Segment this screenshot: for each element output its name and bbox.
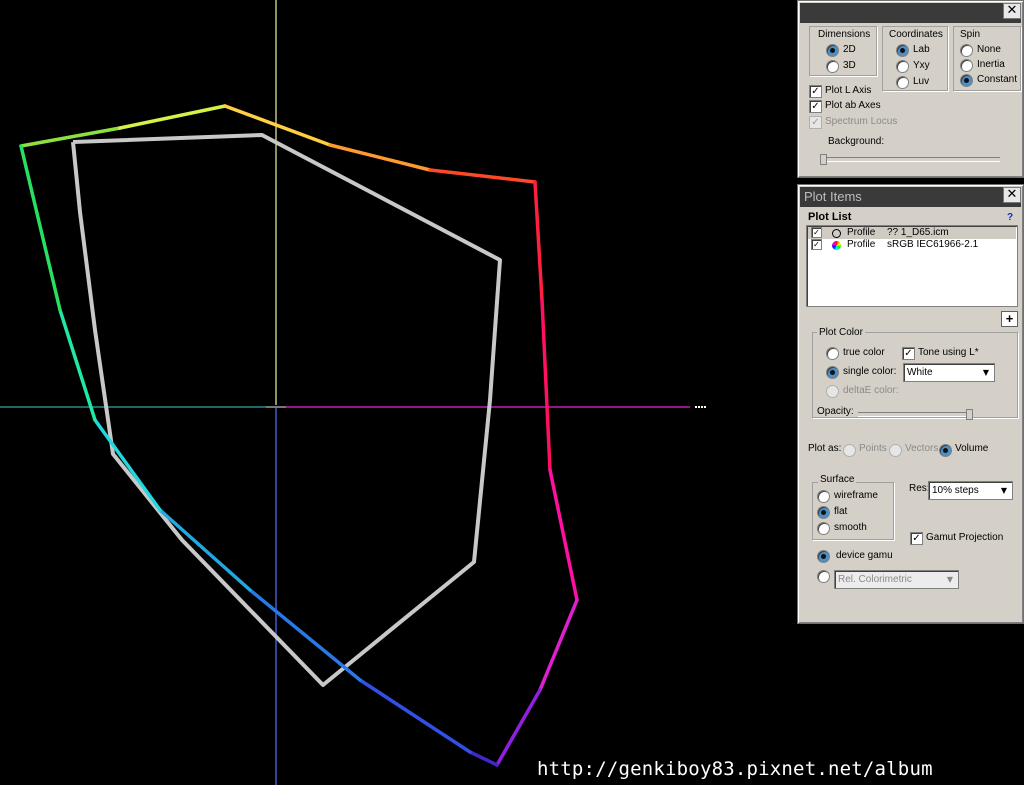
opacity-slider-thumb[interactable] <box>966 409 973 420</box>
coordinates-yxy-radio[interactable] <box>896 60 909 73</box>
plot-l-axis-label: Plot L Axis <box>825 85 872 96</box>
surface-flat-radio[interactable] <box>817 506 830 519</box>
plot-ab-axes-checkbox[interactable]: ✓ <box>809 100 822 113</box>
true-color-label: true color <box>843 347 885 358</box>
plot-as-volume-radio[interactable] <box>939 444 952 457</box>
plot-item-checkbox[interactable]: ✓ <box>811 239 822 250</box>
dimensions-title: Dimensions <box>818 29 871 40</box>
plot-item-type: Profile <box>847 227 876 238</box>
rendering-intent-radio[interactable] <box>817 570 830 583</box>
plot-as-points-radio[interactable] <box>843 444 856 457</box>
coordinates-luv-radio[interactable] <box>896 76 909 89</box>
single-color-select[interactable]: White ▼ <box>903 363 995 382</box>
coordinates-title: Coordinates <box>889 29 943 40</box>
surface-smooth-radio[interactable] <box>817 522 830 535</box>
chevron-down-icon: ▼ <box>997 483 1011 498</box>
true-color-radio[interactable] <box>826 347 839 360</box>
dimensions-2d-radio[interactable] <box>826 44 839 57</box>
plot-color-title: Plot Color <box>817 327 865 338</box>
dimensions-3d-label: 3D <box>843 60 856 71</box>
plot-as-vectors-radio[interactable] <box>889 444 902 457</box>
single-color-radio[interactable] <box>826 366 839 379</box>
plot-items-panel: Plot Items ✕ Plot List ? ✓ Profile ?? 1_… <box>797 184 1024 624</box>
color-wheel-icon <box>832 241 841 250</box>
gamut-plot[interactable] <box>0 0 800 785</box>
surface-smooth-label: smooth <box>834 522 867 533</box>
plot-list-title: Plot List <box>808 211 852 223</box>
list-item[interactable]: ✓ Profile sRGB IEC61966-2.1 <box>808 239 1016 251</box>
spin-inertia-radio[interactable] <box>960 59 973 72</box>
rendering-intent-select[interactable]: Rel. Colorimetric ▼ <box>834 570 959 589</box>
res-value: 10% steps <box>932 485 979 496</box>
plot-item-name: sRGB IEC61966-2.1 <box>887 239 979 250</box>
device-gamut-radio[interactable] <box>817 550 830 563</box>
spectrum-locus-label: Spectrum Locus <box>825 116 898 127</box>
chevron-down-icon: ▼ <box>943 572 957 587</box>
coordinates-lab-radio[interactable] <box>896 44 909 57</box>
dimensions-2d-label: 2D <box>843 44 856 55</box>
tone-using-l-checkbox[interactable]: ✓ <box>902 347 915 360</box>
chevron-down-icon: ▼ <box>979 365 993 380</box>
plot-list[interactable]: ✓ Profile ?? 1_D65.icm ✓ Profile sRGB IE… <box>806 225 1018 307</box>
coordinates-yxy-label: Yxy <box>913 60 930 71</box>
plot-ab-axes-label: Plot ab Axes <box>825 100 881 111</box>
inner-gamut-outline <box>71 133 502 687</box>
spin-none-label: None <box>977 44 1001 55</box>
spin-constant-label: Constant <box>977 74 1018 85</box>
spectrum-locus-checkbox[interactable]: ✓ <box>809 116 822 129</box>
outer-gamut-outline <box>19 104 579 767</box>
spin-inertia-label: Inertia <box>977 59 1005 70</box>
display-settings-panel: ✕ Dimensions 2D 3D Coordinates Lab Yxy L… <box>797 0 1024 178</box>
plot-item-checkbox[interactable]: ✓ <box>811 227 822 238</box>
opacity-slider[interactable] <box>858 412 970 417</box>
dimensions-3d-radio[interactable] <box>826 60 839 73</box>
close-icon[interactable]: ✕ <box>1003 187 1021 203</box>
res-label: Res: <box>909 483 930 494</box>
opacity-label: Opacity: <box>817 406 854 417</box>
watermark: http://genkiboy83.pixnet.net/album <box>537 758 933 780</box>
plot-items-titlebar: Plot Items <box>800 187 1021 207</box>
list-item[interactable]: ✓ Profile ?? 1_D65.icm <box>808 227 1016 239</box>
plot-as-vectors-label: Vectors <box>905 443 939 454</box>
background-slider-thumb[interactable] <box>820 154 827 165</box>
spin-constant-radio[interactable] <box>960 74 973 87</box>
plot-l-axis-checkbox[interactable]: ✓ <box>809 85 822 98</box>
spin-none-radio[interactable] <box>960 44 973 57</box>
plot-item-type: Profile <box>847 239 876 250</box>
circle-outline-icon <box>832 229 841 238</box>
plot-items-title: Plot Items <box>804 189 862 204</box>
single-color-value: White <box>907 367 933 378</box>
surface-wireframe-label: wireframe <box>834 490 878 501</box>
plot-item-name: ?? 1_D65.icm <box>887 227 949 238</box>
single-color-label: single color: <box>843 366 897 377</box>
delta-e-color-radio[interactable] <box>826 385 839 398</box>
coordinates-luv-label: Luv <box>913 76 930 87</box>
coordinates-lab-label: Lab <box>913 44 930 55</box>
gamut-projection-checkbox[interactable]: ✓ <box>910 532 923 545</box>
spin-title: Spin <box>960 29 981 40</box>
add-plot-item-button[interactable]: + <box>1001 311 1018 327</box>
delta-e-color-label: deltaE color: <box>843 385 899 396</box>
res-select[interactable]: 10% steps ▼ <box>928 481 1013 500</box>
surface-title: Surface <box>818 474 857 485</box>
device-gamut-label: device gamu <box>836 550 893 561</box>
help-icon[interactable]: ? <box>1007 212 1013 223</box>
plot-as-points-label: Points <box>859 443 887 454</box>
rendering-intent-value: Rel. Colorimetric <box>838 574 912 585</box>
tone-using-l-label: Tone using L* <box>918 347 979 358</box>
surface-wireframe-radio[interactable] <box>817 490 830 503</box>
close-icon[interactable]: ✕ <box>1003 3 1021 19</box>
plot-as-volume-label: Volume <box>955 443 989 454</box>
surface-flat-label: flat <box>834 506 848 517</box>
display-settings-titlebar <box>800 3 1021 23</box>
background-label: Background: <box>828 136 885 147</box>
background-slider[interactable] <box>822 157 1000 162</box>
plot-as-label: Plot as: <box>808 443 842 454</box>
gamut-projection-label: Gamut Projection <box>926 532 1004 543</box>
